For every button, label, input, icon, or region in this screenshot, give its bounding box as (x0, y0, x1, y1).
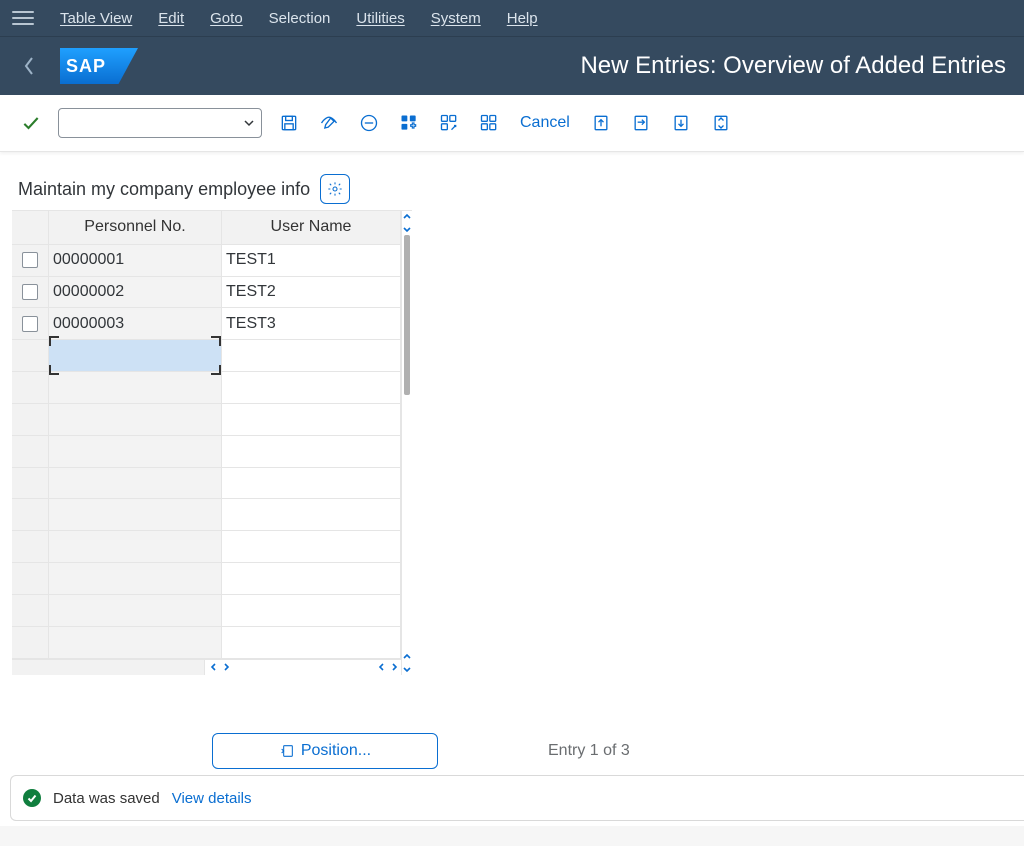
select-all-icon[interactable] (396, 110, 422, 136)
delete-icon[interactable] (356, 110, 382, 136)
scroll-up-icon[interactable] (402, 211, 412, 223)
row-checkbox[interactable] (22, 252, 38, 268)
status-details-link[interactable]: View details (172, 790, 252, 807)
table-row-empty[interactable] (12, 404, 401, 436)
save-icon[interactable] (276, 110, 302, 136)
table-row-empty[interactable] (12, 627, 401, 659)
data-table: Personnel No. User Name 00000001 TEST1 0… (12, 210, 412, 675)
table-row-empty[interactable] (12, 499, 401, 531)
table-row-empty[interactable] (12, 595, 401, 627)
section-title: Maintain my company employee info (18, 179, 310, 200)
table-row-empty[interactable] (12, 372, 401, 404)
table-header: Personnel No. User Name (12, 211, 401, 245)
scroll-down2-icon[interactable] (402, 663, 412, 675)
workarea: Maintain my company employee info Person… (0, 152, 1024, 846)
col-personnel-no[interactable]: Personnel No. (49, 211, 222, 244)
table-row-empty[interactable] (12, 563, 401, 595)
status-message: Data was saved (53, 790, 160, 807)
back-button[interactable] (12, 48, 46, 84)
menubar: Table View Edit Goto Selection Utilities… (0, 0, 1024, 36)
row-checkbox[interactable] (22, 316, 38, 332)
row-checkbox[interactable] (22, 284, 38, 300)
import-icon[interactable] (708, 110, 734, 136)
success-icon (23, 789, 41, 807)
toolbar: Cancel (0, 95, 1024, 152)
page-title: New Entries: Overview of Added Entries (580, 52, 1006, 80)
table-row-empty[interactable] (12, 468, 401, 500)
table-settings-button[interactable] (320, 174, 350, 204)
cell-uname-input[interactable] (222, 340, 401, 371)
hscroll[interactable] (12, 659, 401, 675)
table-footer: Position... Entry 1 of 3 (12, 733, 1012, 769)
table-row[interactable]: 00000003 TEST3 (12, 308, 401, 340)
cell-uname[interactable]: TEST3 (222, 308, 401, 339)
cell-pernr[interactable]: 00000003 (49, 308, 222, 339)
menu-selection[interactable]: Selection (269, 10, 331, 27)
scroll-up2-icon[interactable] (402, 651, 412, 663)
accept-icon[interactable] (18, 110, 44, 136)
cell-pernr-input[interactable] (49, 340, 222, 371)
menu-icon[interactable] (12, 11, 34, 25)
cell-uname[interactable]: TEST2 (222, 277, 401, 308)
cell-pernr[interactable]: 00000002 (49, 277, 222, 308)
position-button[interactable]: Position... (212, 733, 438, 769)
menu-system[interactable]: System (431, 10, 481, 27)
command-field[interactable] (58, 108, 262, 138)
table-row-empty[interactable] (12, 436, 401, 468)
table-row-empty[interactable] (12, 531, 401, 563)
menu-utilities[interactable]: Utilities (356, 10, 404, 27)
menu-edit[interactable]: Edit (158, 10, 184, 27)
menu-goto[interactable]: Goto (210, 10, 243, 27)
export-up-icon[interactable] (588, 110, 614, 136)
table-row[interactable]: 00000001 TEST1 (12, 245, 401, 277)
table-row[interactable]: 00000002 TEST2 (12, 277, 401, 309)
select-all-header[interactable] (12, 211, 49, 244)
cell-pernr[interactable]: 00000001 (49, 245, 222, 276)
cancel-button[interactable]: Cancel (520, 114, 570, 132)
table-row-edit[interactable] (12, 340, 401, 372)
menu-help[interactable]: Help (507, 10, 538, 27)
vscroll[interactable] (401, 211, 412, 675)
deselect-all-icon[interactable] (476, 110, 502, 136)
menu-table-view[interactable]: Table View (60, 10, 132, 27)
scroll-down-icon[interactable] (402, 223, 412, 235)
header: SAP New Entries: Overview of Added Entri… (0, 36, 1024, 95)
entry-counter: Entry 1 of 3 (548, 742, 630, 760)
import-down-icon[interactable] (668, 110, 694, 136)
select-block-icon[interactable] (436, 110, 462, 136)
display-change-icon[interactable] (316, 110, 342, 136)
position-label: Position... (301, 742, 371, 760)
export-icon[interactable] (628, 110, 654, 136)
statusbar: Data was saved View details (10, 775, 1024, 821)
cell-uname[interactable]: TEST1 (222, 245, 401, 276)
sap-logo: SAP (60, 48, 138, 84)
col-user-name[interactable]: User Name (222, 211, 401, 244)
scrollbar-thumb[interactable] (404, 235, 410, 395)
